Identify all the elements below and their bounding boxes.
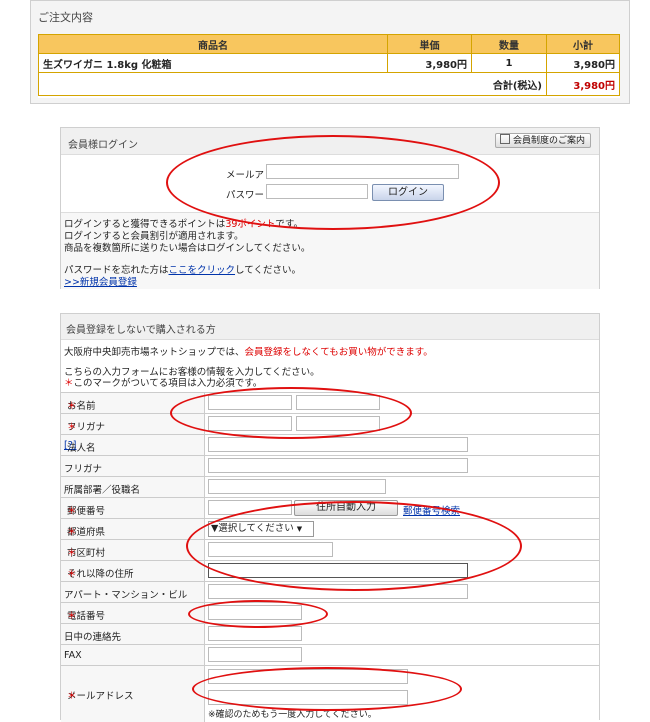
total-value: 3,980円 <box>546 72 620 96</box>
table-row: 生ズワイガニ 1.8kg 化粧箱 3,980円 1 3,980円 <box>38 53 620 73</box>
order-title: ご注文内容 <box>38 11 93 24</box>
login-password-input[interactable] <box>266 184 368 199</box>
zip-input[interactable] <box>208 500 292 515</box>
multi-address-info-text: 商品を複数箇所に送りたい場合はログインしてください。 <box>64 243 311 254</box>
item-qty: 1 <box>471 53 547 73</box>
daytime-contact-label: 日中の連絡先 <box>64 632 122 643</box>
department-input[interactable] <box>208 479 386 494</box>
phone-input[interactable] <box>208 605 302 620</box>
email-confirm-note: ※確認のためもう一度入力してください。 <box>208 710 377 720</box>
member-login-panel: 会員様ログイン 会員制度のご案内 メールアドレス パスワード ログイン ログイン… <box>60 127 600 289</box>
company-input[interactable] <box>208 437 468 452</box>
required-note-text: このマークがついてる項目は入力必須です。 <box>73 378 263 389</box>
fax-input[interactable] <box>208 647 302 662</box>
building-label: アパート・マンション・ビル <box>64 590 188 601</box>
address-input[interactable] <box>208 563 468 578</box>
company-kana-input[interactable] <box>208 458 468 473</box>
order-table: 商品名 単価 数量 小計 生ズワイガニ 1.8kg 化粧箱 3,980円 1 3… <box>38 34 620 96</box>
zip-search-link[interactable]: 郵便番号検索 <box>403 503 460 517</box>
guest-checkout-form: 会員登録をしないで購入される方 大阪府中央卸売市場ネットショップでは、会員登録を… <box>60 313 600 722</box>
col-unit-price: 単価 <box>387 34 472 54</box>
login-email-input[interactable] <box>266 164 459 179</box>
address-autofill-button[interactable]: 住所自動入力 <box>294 500 398 516</box>
col-product-name: 商品名 <box>38 34 388 54</box>
address-label: それ以降の住所 <box>67 569 134 580</box>
guest-intro-text: 大阪府中央卸売市場ネットショップでは、 <box>64 347 245 358</box>
col-quantity: 数量 <box>471 34 547 54</box>
prefecture-select[interactable]: ▼選択してください ▼ <box>208 521 314 537</box>
building-input[interactable] <box>208 584 468 599</box>
window-icon <box>500 134 510 144</box>
total-label: 合計(税込) <box>38 72 547 96</box>
daytime-contact-input[interactable] <box>208 626 302 641</box>
dropdown-arrow-icon: ▼ <box>296 525 303 533</box>
item-subtotal: 3,980円 <box>546 53 620 73</box>
email-input[interactable] <box>208 669 408 684</box>
email-label: メールアドレス <box>67 691 134 702</box>
col-subtotal: 小計 <box>546 34 620 54</box>
new-member-register-link[interactable]: >>新規会員登録 <box>64 277 137 288</box>
first-name-input[interactable] <box>296 395 380 410</box>
login-button[interactable]: ログイン <box>372 184 444 201</box>
guest-intro-highlight: 会員登録をしなくてもお買い物ができます。 <box>244 347 433 358</box>
last-name-kana-input[interactable] <box>208 416 292 431</box>
order-summary-panel: ご注文内容 商品名 単価 数量 小計 生ズワイガニ 1.8kg 化粧箱 3,98… <box>30 0 630 104</box>
first-name-kana-input[interactable] <box>296 416 380 431</box>
fax-label: FAX <box>64 650 82 661</box>
guest-title: 会員登録をしないで購入される方 <box>66 325 216 336</box>
company-label: 法人名 <box>67 443 96 454</box>
company-kana-label: フリガナ <box>64 464 103 475</box>
item-name: 生ズワイガニ 1.8kg 化粧箱 <box>38 53 388 73</box>
department-label: 所属部署／役職名 <box>64 485 141 496</box>
item-price: 3,980円 <box>387 53 472 73</box>
required-mark: ＊ <box>64 378 74 389</box>
login-title: 会員様ログイン <box>68 140 138 151</box>
last-name-input[interactable] <box>208 395 292 410</box>
membership-guide-button[interactable]: 会員制度のご案内 <box>495 133 591 148</box>
city-input[interactable] <box>208 542 333 557</box>
email-confirm-input[interactable] <box>208 690 408 705</box>
forgot-password-link[interactable]: ここをクリック <box>169 265 236 276</box>
